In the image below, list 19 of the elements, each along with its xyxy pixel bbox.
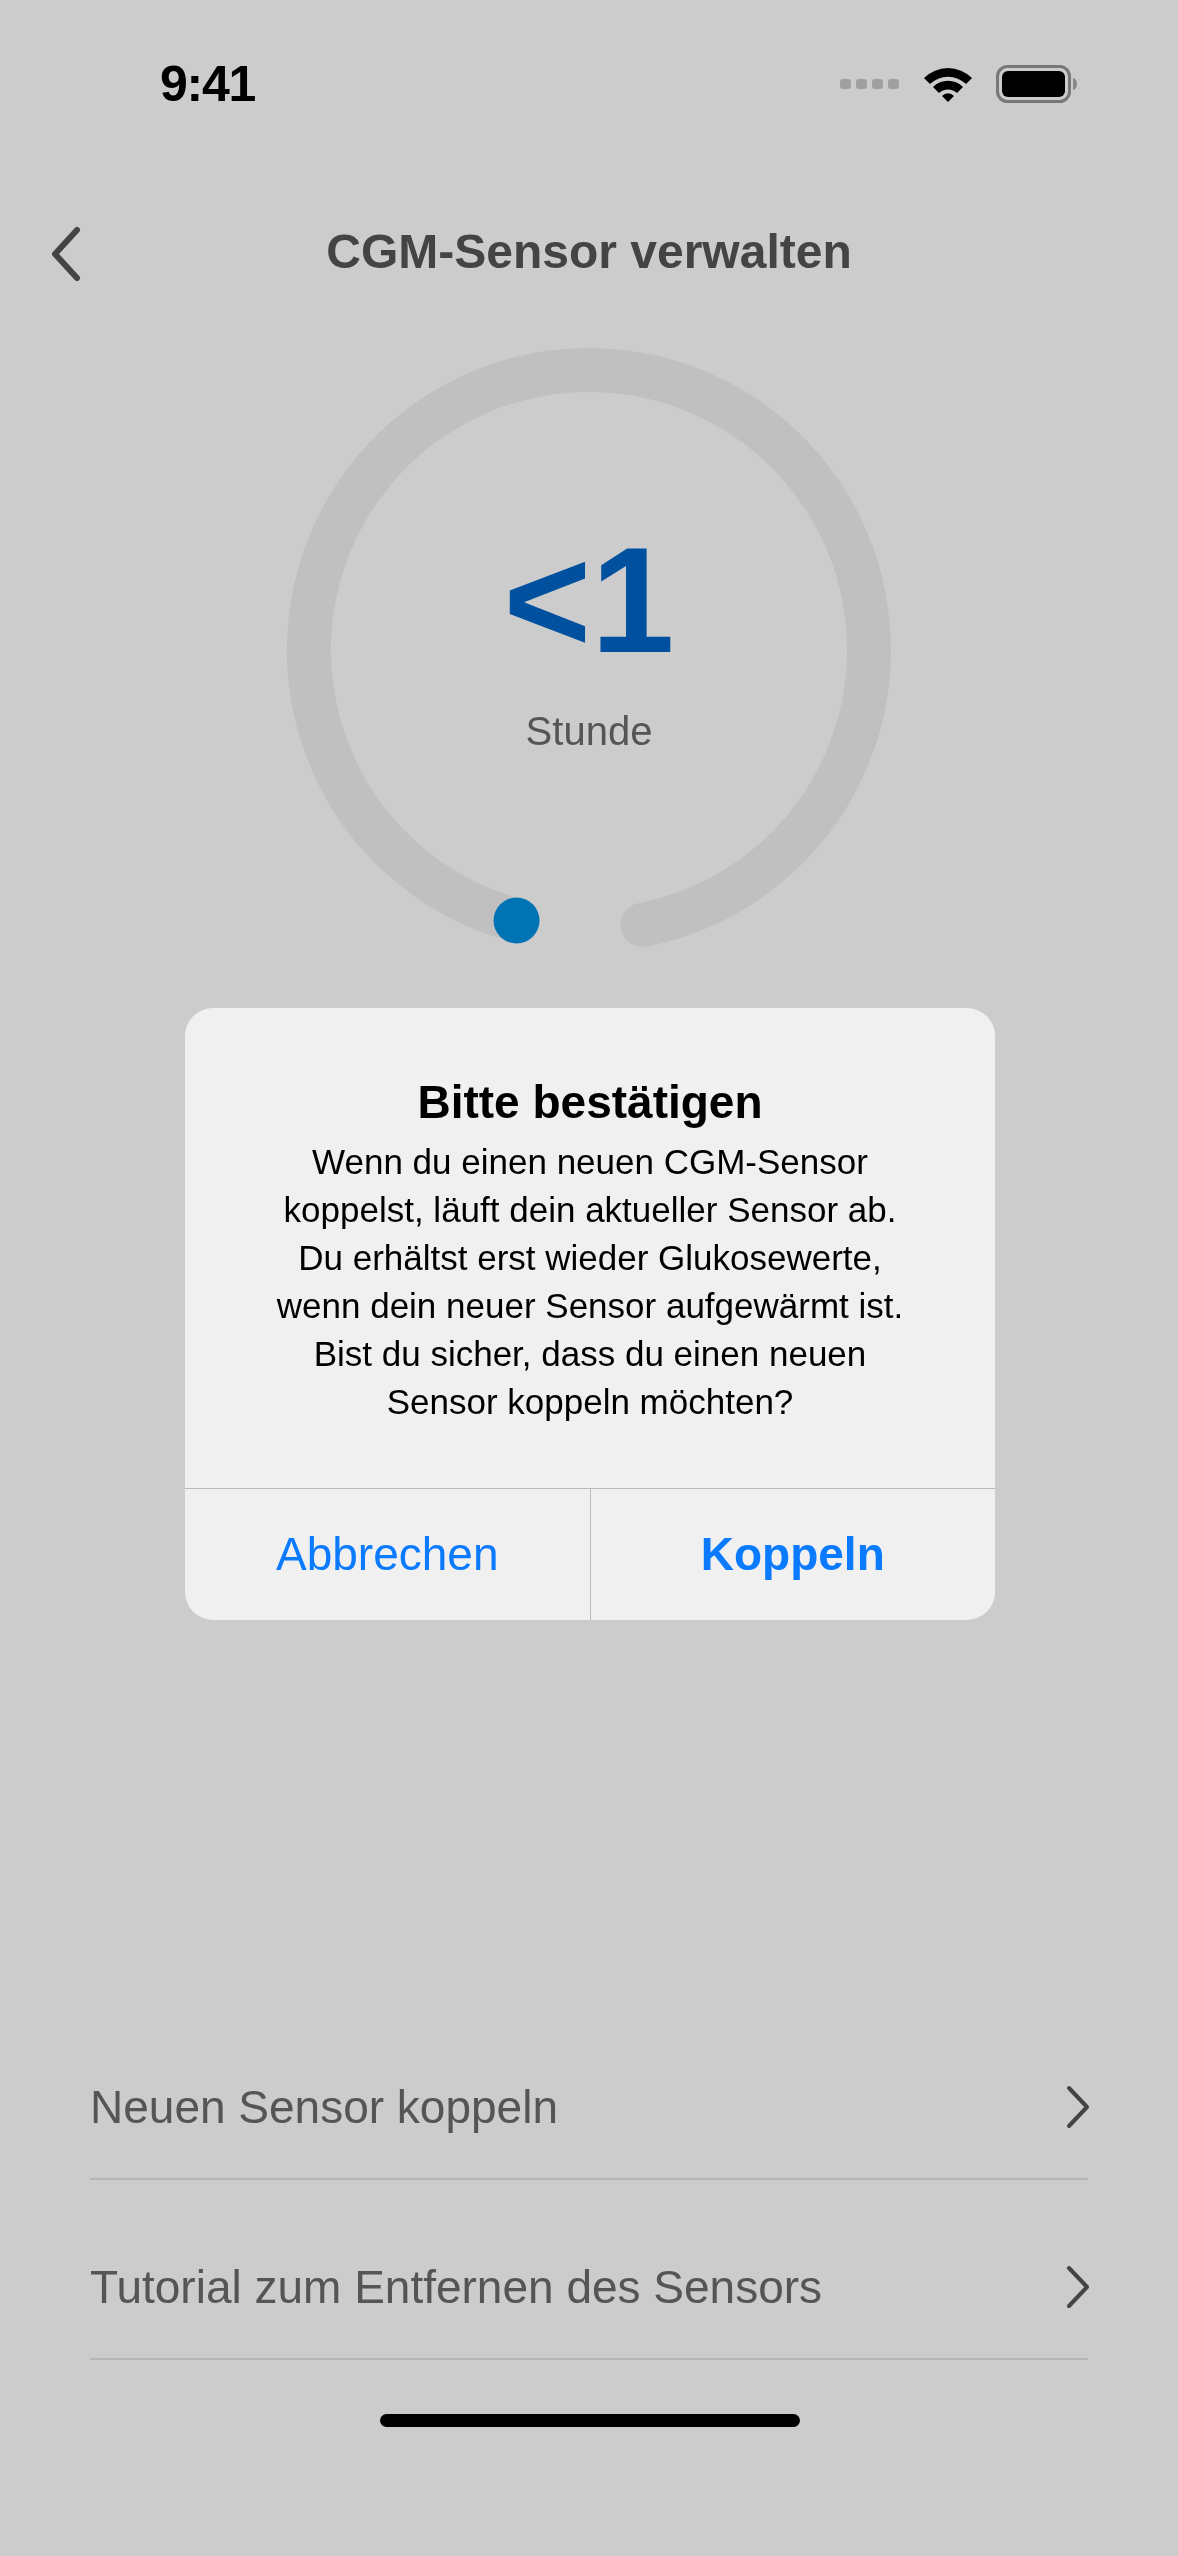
dialog-title: Bitte bestätigen bbox=[417, 1075, 763, 1130]
screen-title: CGM-Sensor verwalten bbox=[326, 224, 852, 280]
battery-icon bbox=[996, 65, 1078, 103]
menu-label: Tutorial zum Entfernen des Sensors bbox=[90, 2259, 823, 2315]
dialog-message: Wenn du einen neuen CGM-Sensor koppelst, läuft dein aktueller Sensor ab. Du erhältst erst wieder Glukosewerte, wenn dein neuer Sensor aufgewärmt ist. Bist du sicher, dass du einen neuen Sensor koppeln möchten? bbox=[275, 1140, 905, 1423]
chevron-right-icon bbox=[1066, 2265, 1090, 2309]
chevron-right-icon bbox=[1066, 2085, 1090, 2129]
menu-row[interactable]: Tutorial zum Entfernen des Sensors bbox=[90, 2180, 1088, 2360]
menu-label: Neuen Sensor koppeln bbox=[90, 2079, 558, 2135]
back-chevron-icon bbox=[51, 226, 81, 282]
time-unit: Stunde bbox=[525, 708, 653, 755]
confirm-button[interactable]: Koppeln bbox=[589, 1489, 995, 1620]
wifi-icon bbox=[922, 65, 974, 103]
status-time: 9:41 bbox=[160, 59, 256, 109]
gauge-indicator bbox=[493, 897, 540, 944]
time-remaining: <1 bbox=[503, 525, 675, 675]
signal-icon bbox=[840, 77, 900, 91]
menu-row[interactable]: Neuen Sensor koppeln bbox=[90, 2000, 1088, 2180]
cancel-button[interactable]: Abbrechen bbox=[185, 1489, 590, 1620]
